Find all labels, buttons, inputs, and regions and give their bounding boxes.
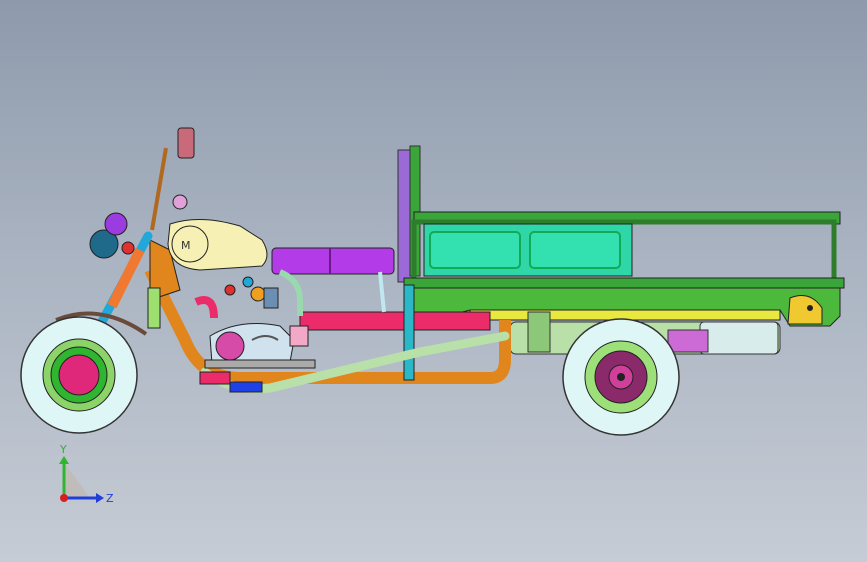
- x-axis-dot: [60, 494, 68, 502]
- cad-viewport[interactable]: M Y Z: [0, 0, 867, 562]
- y-axis-label: Y: [59, 443, 67, 456]
- z-axis-label: Z: [106, 492, 114, 505]
- fuel-tank: M: [167, 218, 268, 271]
- tricycle-model[interactable]: M: [0, 0, 867, 562]
- coordinate-triad: Y Z: [44, 440, 124, 510]
- svg-text:M: M: [181, 239, 191, 252]
- seat: [271, 247, 395, 316]
- rear-wheel: [562, 318, 680, 436]
- cargo-bed: [397, 145, 845, 327]
- front-wheel: [20, 316, 138, 434]
